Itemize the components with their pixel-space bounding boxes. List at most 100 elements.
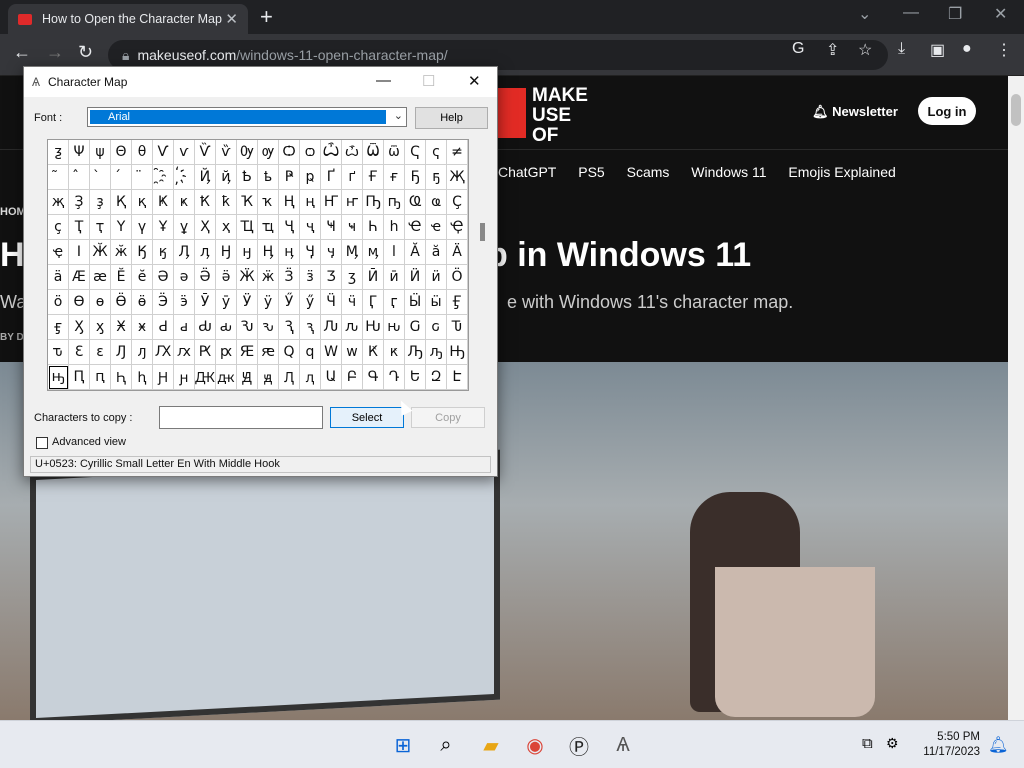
help-button[interactable]: Help bbox=[415, 107, 488, 129]
select-button[interactable]: Select bbox=[330, 407, 404, 428]
char-cell[interactable]: ӻ bbox=[48, 315, 69, 340]
network-volume-icon[interactable]: ⚙ bbox=[886, 735, 899, 752]
char-cell[interactable]: ԫ bbox=[216, 365, 237, 390]
newsletter-link[interactable]: 🔔︎ Newsletter bbox=[812, 104, 898, 120]
minimize-icon[interactable]: — bbox=[903, 4, 919, 22]
char-cell[interactable]: ӣ bbox=[384, 265, 405, 290]
char-cell[interactable]: Ѿ bbox=[363, 140, 384, 165]
char-cell[interactable]: ҈ bbox=[153, 165, 174, 190]
char-cell[interactable]: ԕ bbox=[174, 340, 195, 365]
char-cell[interactable]: Қ bbox=[111, 190, 132, 215]
char-cell[interactable]: Ե bbox=[405, 365, 426, 390]
char-cell[interactable]: ԭ bbox=[258, 365, 279, 390]
char-cell[interactable]: Ҹ bbox=[321, 215, 342, 240]
advanced-view-checkbox[interactable] bbox=[36, 437, 48, 449]
char-cell[interactable]: ӵ bbox=[342, 290, 363, 315]
char-cell[interactable]: ҙ bbox=[90, 190, 111, 215]
char-cell[interactable]: Ԇ bbox=[279, 315, 300, 340]
char-cell[interactable]: ӈ bbox=[237, 240, 258, 265]
scroll-thumb[interactable] bbox=[1011, 94, 1021, 126]
char-cell[interactable]: Ӵ bbox=[321, 290, 342, 315]
char-cell[interactable]: ԯ bbox=[300, 365, 321, 390]
char-cell[interactable]: Ӈ bbox=[216, 240, 237, 265]
char-cell[interactable]: ҕ bbox=[426, 165, 447, 190]
char-cell[interactable]: ԛ bbox=[300, 340, 321, 365]
char-cell[interactable]: Ӂ bbox=[90, 240, 111, 265]
char-cell[interactable]: ӥ bbox=[426, 265, 447, 290]
char-cell[interactable]: ӛ bbox=[216, 265, 237, 290]
char-cell[interactable]: Ԏ bbox=[447, 315, 468, 340]
char-cell[interactable]: Ѵ bbox=[153, 140, 174, 165]
char-cell[interactable]: ӕ bbox=[90, 265, 111, 290]
char-cell[interactable]: ԃ bbox=[216, 315, 237, 340]
char-cell[interactable]: ԋ bbox=[384, 315, 405, 340]
char-cell[interactable]: ӄ bbox=[153, 240, 174, 265]
page-scrollbar[interactable] bbox=[1008, 76, 1024, 720]
char-cell[interactable]: ӊ bbox=[279, 240, 300, 265]
char-cell[interactable]: Ӝ bbox=[237, 265, 258, 290]
site-logo[interactable]: MAKE USE OF bbox=[532, 86, 602, 146]
char-cell[interactable]: Ӱ bbox=[237, 290, 258, 315]
notification-area-icon[interactable]: ⧉ bbox=[862, 735, 873, 752]
char-cell[interactable]: Ѽ bbox=[321, 140, 342, 165]
char-cell[interactable]: Ӣ bbox=[363, 265, 384, 290]
char-cell[interactable]: Ԋ bbox=[363, 315, 384, 340]
char-cell[interactable]: Ӟ bbox=[279, 265, 300, 290]
char-cell[interactable]: Ӧ bbox=[447, 265, 468, 290]
char-cell[interactable]: Ӊ bbox=[258, 240, 279, 265]
char-cell[interactable]: ԡ bbox=[426, 340, 447, 365]
copy-button[interactable]: Copy bbox=[411, 407, 485, 428]
char-cell[interactable]: ≠ bbox=[447, 140, 468, 165]
new-tab-icon[interactable]: + bbox=[260, 4, 273, 30]
char-cell[interactable]: ԁ bbox=[174, 315, 195, 340]
char-cell[interactable]: ә bbox=[174, 265, 195, 290]
char-cell[interactable]: ҧ bbox=[384, 190, 405, 215]
char-cell[interactable]: җ bbox=[48, 190, 69, 215]
char-cell[interactable]: Ӛ bbox=[195, 265, 216, 290]
char-cell[interactable]: ӳ bbox=[300, 290, 321, 315]
charmap-minimize-icon[interactable]: — bbox=[376, 72, 391, 89]
topic-link[interactable]: ChatGPT bbox=[498, 164, 556, 180]
char-cell[interactable]: ғ bbox=[384, 165, 405, 190]
topic-link[interactable]: Emojis Explained bbox=[788, 164, 895, 180]
char-cell[interactable]: Ӏ bbox=[69, 240, 90, 265]
char-cell[interactable]: ӯ bbox=[216, 290, 237, 315]
char-cell[interactable]: Դ bbox=[384, 365, 405, 390]
char-cell[interactable]: ӧ bbox=[48, 290, 69, 315]
search-icon[interactable]: ⌕ bbox=[432, 731, 460, 759]
char-cell[interactable]: ӂ bbox=[111, 240, 132, 265]
char-cell[interactable]: ҝ bbox=[174, 190, 195, 215]
char-cell[interactable]: Ҁ bbox=[405, 140, 426, 165]
download-icon[interactable]: ⤓ bbox=[898, 40, 905, 58]
windows-start-icon[interactable]: ⊞ bbox=[389, 731, 417, 759]
char-cell[interactable]: ѽ bbox=[342, 140, 363, 165]
char-cell[interactable]: ӗ bbox=[132, 265, 153, 290]
char-cell[interactable]: ӓ bbox=[48, 265, 69, 290]
char-cell[interactable]: ҳ bbox=[216, 215, 237, 240]
char-cell[interactable]: Ҝ bbox=[153, 190, 174, 215]
char-cell[interactable]: Ӳ bbox=[279, 290, 300, 315]
char-cell[interactable]: ӭ bbox=[174, 290, 195, 315]
char-cell[interactable]: ӆ bbox=[195, 240, 216, 265]
char-cell[interactable]: Ҵ bbox=[237, 215, 258, 240]
char-cell[interactable]: Ӑ bbox=[405, 240, 426, 265]
char-cell[interactable]: Ԛ bbox=[279, 340, 300, 365]
char-cell[interactable]: Ӻ bbox=[447, 290, 468, 315]
char-cell[interactable]: Ҥ bbox=[321, 190, 342, 215]
char-cell[interactable]: Ӕ bbox=[69, 265, 90, 290]
char-cell[interactable]: θ bbox=[132, 140, 153, 165]
reload-icon[interactable]: ↻ bbox=[78, 42, 93, 63]
char-cell[interactable]: ̈ bbox=[132, 165, 153, 190]
char-cell[interactable]: Ң bbox=[279, 190, 300, 215]
char-cell[interactable]: ҭ bbox=[90, 215, 111, 240]
char-cell[interactable]: Ӆ bbox=[174, 240, 195, 265]
char-cell[interactable]: Ԭ bbox=[237, 365, 258, 390]
char-cell[interactable]: ұ bbox=[174, 215, 195, 240]
font-dropdown[interactable]: Arial ⌄ bbox=[87, 107, 407, 127]
char-cell[interactable]: Ԟ bbox=[363, 340, 384, 365]
char-cell[interactable]: Ѷ bbox=[195, 140, 216, 165]
char-cell[interactable]: Ӄ bbox=[132, 240, 153, 265]
char-cell[interactable]: Ԃ bbox=[195, 315, 216, 340]
char-cell[interactable]: Ӽ bbox=[69, 315, 90, 340]
char-cell[interactable]: ҽ bbox=[426, 215, 447, 240]
